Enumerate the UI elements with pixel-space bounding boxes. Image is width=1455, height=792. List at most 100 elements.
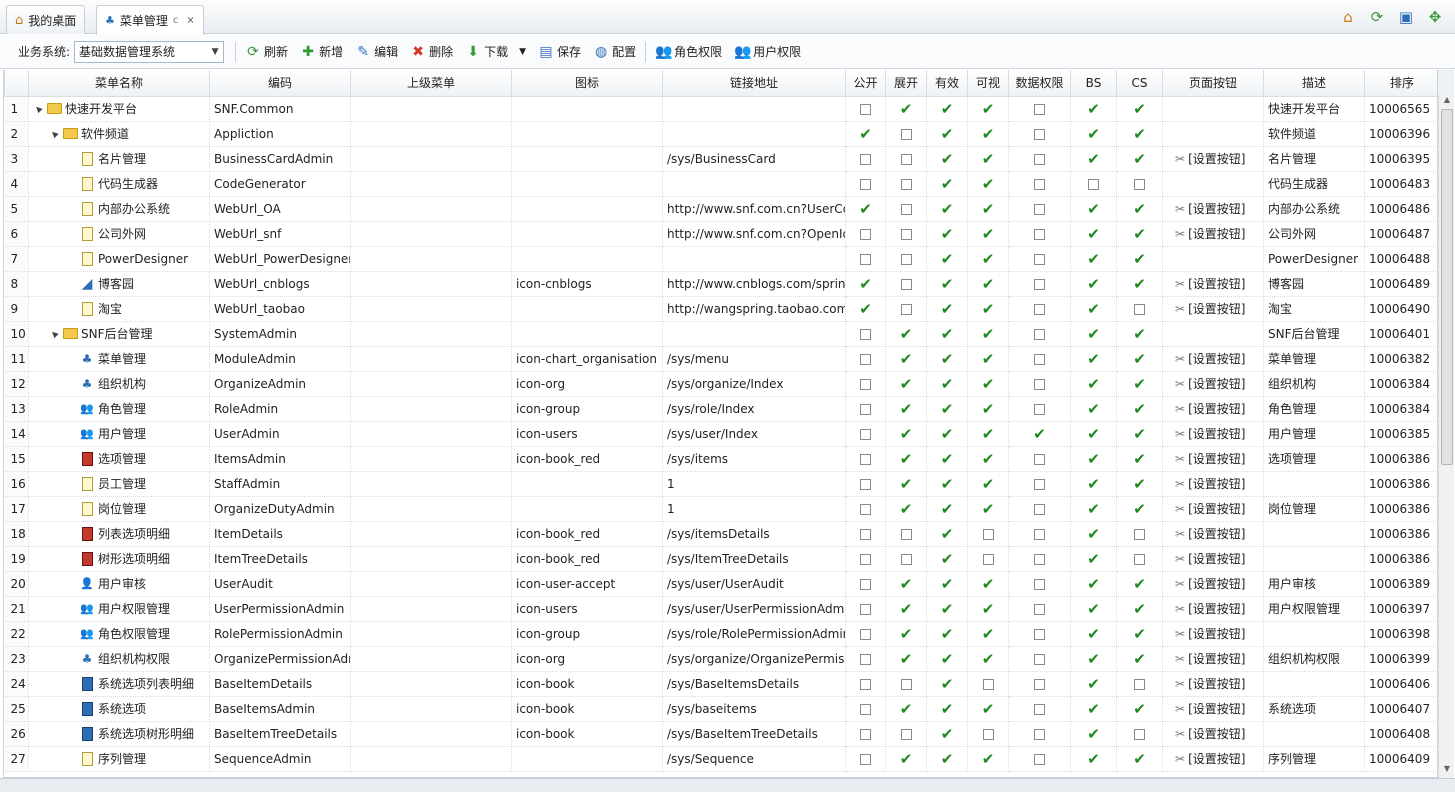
valid-checkbox-cell[interactable]: ✔ xyxy=(926,271,968,297)
checkmark-icon[interactable]: ✔ xyxy=(859,200,872,218)
public-checkbox-cell[interactable] xyxy=(845,246,886,272)
checkmark-icon[interactable]: ✔ xyxy=(982,650,995,668)
public-checkbox-cell[interactable] xyxy=(845,446,886,472)
menu-name-cell[interactable]: 代码生成器 xyxy=(28,171,210,197)
tab-close-icon[interactable]: × xyxy=(186,15,194,26)
checkmark-icon[interactable]: ✔ xyxy=(941,250,954,268)
public-checkbox-cell[interactable] xyxy=(845,496,886,522)
visible-checkbox-cell[interactable] xyxy=(967,721,1009,747)
checkbox-unchecked[interactable] xyxy=(982,728,994,740)
public-checkbox-cell[interactable]: ✔ xyxy=(845,196,886,222)
data-permission-checkbox-cell[interactable] xyxy=(1008,521,1071,547)
menu-name-cell[interactable]: 岗位管理 xyxy=(28,496,210,522)
table-row[interactable]: 12 ♣ 组织机构 OrganizeAdmin icon-org/sys/organiz… xyxy=(4,371,1437,397)
expand-checkbox-cell[interactable] xyxy=(885,171,927,197)
checkmark-icon[interactable]: ✔ xyxy=(1087,550,1100,568)
cs-checkbox-cell[interactable]: ✔ xyxy=(1116,471,1163,497)
checkmark-icon[interactable]: ✔ xyxy=(941,425,954,443)
cs-checkbox-cell[interactable]: ✔ xyxy=(1116,146,1163,172)
cs-checkbox-cell[interactable] xyxy=(1116,671,1163,697)
download-button[interactable]: ⬇ 下载 ▼ xyxy=(459,40,532,64)
expand-checkbox-cell[interactable]: ✔ xyxy=(885,471,927,497)
table-row[interactable]: 6 公司外网 WebUrl_snf http://www.snf.com.cn?Ope… xyxy=(4,221,1437,247)
checkbox-unchecked[interactable] xyxy=(1034,128,1045,140)
checkmark-icon[interactable]: ✔ xyxy=(1087,475,1100,493)
bs-checkbox-cell[interactable]: ✔ xyxy=(1070,571,1117,597)
visible-checkbox-cell[interactable]: ✔ xyxy=(967,196,1009,222)
set-buttons-link[interactable]: ✂ [设置按钮] xyxy=(1167,425,1259,442)
checkmark-icon[interactable]: ✔ xyxy=(941,500,954,518)
public-checkbox-cell[interactable] xyxy=(845,596,886,622)
cs-checkbox-cell[interactable] xyxy=(1116,296,1163,322)
checkmark-icon[interactable]: ✔ xyxy=(1133,375,1146,393)
checkmark-icon[interactable]: ✔ xyxy=(900,375,913,393)
cs-checkbox-cell[interactable]: ✔ xyxy=(1116,271,1163,297)
data-permission-checkbox-cell[interactable] xyxy=(1008,746,1071,772)
checkmark-icon[interactable]: ✔ xyxy=(900,325,913,343)
public-checkbox-cell[interactable] xyxy=(845,521,886,547)
data-permission-checkbox-cell[interactable] xyxy=(1008,146,1071,172)
checkmark-icon[interactable]: ✔ xyxy=(900,425,913,443)
checkbox-unchecked[interactable] xyxy=(860,728,871,740)
checkbox-unchecked[interactable] xyxy=(1034,203,1045,215)
set-buttons-link[interactable]: ✂ [设置按钮] xyxy=(1167,700,1259,717)
checkmark-icon[interactable]: ✔ xyxy=(982,125,995,143)
checkbox-unchecked[interactable] xyxy=(860,753,871,765)
refresh-button[interactable]: ⟳ 刷新 xyxy=(239,40,294,64)
checkbox-unchecked[interactable] xyxy=(1034,378,1045,390)
checkmark-icon[interactable]: ✔ xyxy=(1087,500,1100,518)
checkmark-icon[interactable]: ✔ xyxy=(941,600,954,618)
valid-checkbox-cell[interactable]: ✔ xyxy=(926,596,968,622)
checkbox-unchecked[interactable] xyxy=(860,403,871,415)
menu-name-cell[interactable]: 选项管理 xyxy=(28,446,210,472)
add-button[interactable]: ✚ 新增 xyxy=(294,40,349,64)
menu-name-cell[interactable]: 系统选项列表明细 xyxy=(28,671,210,697)
bs-checkbox-cell[interactable]: ✔ xyxy=(1070,371,1117,397)
expand-checkbox-cell[interactable] xyxy=(885,296,927,322)
visible-checkbox-cell[interactable]: ✔ xyxy=(967,746,1009,772)
valid-checkbox-cell[interactable]: ✔ xyxy=(926,246,968,272)
checkmark-icon[interactable]: ✔ xyxy=(1087,100,1100,118)
cs-checkbox-cell[interactable]: ✔ xyxy=(1116,446,1163,472)
checkmark-icon[interactable]: ✔ xyxy=(1133,425,1146,443)
checkmark-icon[interactable]: ✔ xyxy=(982,500,995,518)
public-checkbox-cell[interactable] xyxy=(845,546,886,572)
checkmark-icon[interactable]: ✔ xyxy=(982,350,995,368)
cs-checkbox-cell[interactable]: ✔ xyxy=(1116,371,1163,397)
expand-checkbox-cell[interactable] xyxy=(885,546,927,572)
public-checkbox-cell[interactable] xyxy=(845,96,886,122)
data-permission-checkbox-cell[interactable] xyxy=(1008,296,1071,322)
bs-checkbox-cell[interactable]: ✔ xyxy=(1070,471,1117,497)
valid-checkbox-cell[interactable]: ✔ xyxy=(926,96,968,122)
checkmark-icon[interactable]: ✔ xyxy=(941,300,954,318)
save-button[interactable]: ▤ 保存 xyxy=(532,40,587,64)
checkbox-unchecked[interactable] xyxy=(1034,753,1045,765)
bs-checkbox-cell[interactable]: ✔ xyxy=(1070,396,1117,422)
set-buttons-link[interactable]: ✂ [设置按钮] xyxy=(1167,625,1259,642)
checkmark-icon[interactable]: ✔ xyxy=(1033,425,1046,443)
checkbox-unchecked[interactable] xyxy=(860,703,871,715)
checkbox-unchecked[interactable] xyxy=(900,153,912,165)
set-buttons-link[interactable]: ✂ [设置按钮] xyxy=(1167,725,1259,742)
table-row[interactable]: 21 👥 用户权限管理 UserPermissionAdmin icon-users/s… xyxy=(4,596,1437,622)
checkmark-icon[interactable]: ✔ xyxy=(900,625,913,643)
expand-checkbox-cell[interactable] xyxy=(885,271,927,297)
set-buttons-link[interactable]: ✂ [设置按钮] xyxy=(1167,200,1259,217)
table-row[interactable]: 7 PowerDesigner WebUrl_PowerDesigner ✔ ✔ ✔ ✔ Po… xyxy=(4,246,1437,272)
checkmark-icon[interactable]: ✔ xyxy=(1087,250,1100,268)
data-permission-checkbox-cell[interactable] xyxy=(1008,271,1071,297)
checkbox-unchecked[interactable] xyxy=(1034,228,1045,240)
expand-checkbox-cell[interactable]: ✔ xyxy=(885,571,927,597)
table-row[interactable]: 13 👥 角色管理 RoleAdmin icon-group/sys/role/Inde… xyxy=(4,396,1437,422)
checkbox-unchecked[interactable] xyxy=(1034,278,1045,290)
menu-name-cell[interactable]: 公司外网 xyxy=(28,221,210,247)
checkmark-icon[interactable]: ✔ xyxy=(982,275,995,293)
checkmark-icon[interactable]: ✔ xyxy=(941,150,954,168)
checkbox-unchecked[interactable] xyxy=(1034,578,1045,590)
cs-checkbox-cell[interactable] xyxy=(1116,721,1163,747)
checkmark-icon[interactable]: ✔ xyxy=(941,400,954,418)
expand-checkbox-cell[interactable]: ✔ xyxy=(885,346,927,372)
visible-checkbox-cell[interactable]: ✔ xyxy=(967,146,1009,172)
set-buttons-link[interactable]: ✂ [设置按钮] xyxy=(1167,650,1259,667)
menu-name-cell[interactable]: 👥 用户管理 xyxy=(28,421,210,447)
